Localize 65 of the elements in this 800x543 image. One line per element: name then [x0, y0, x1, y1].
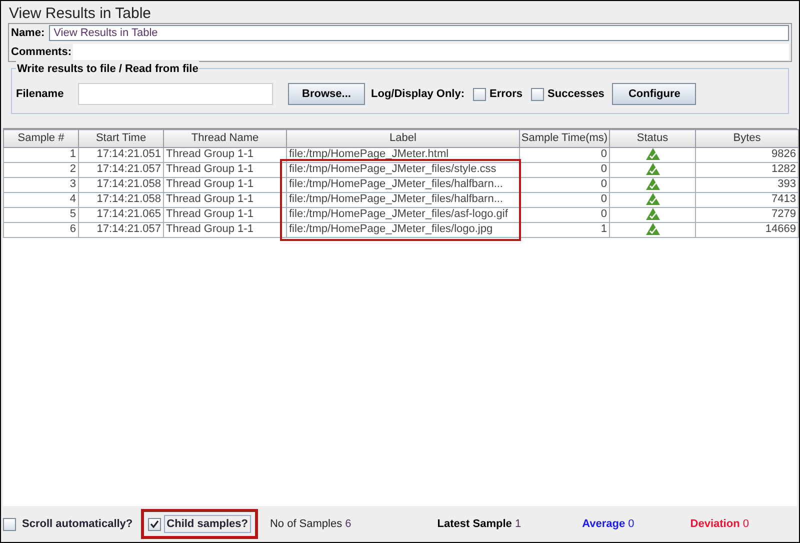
- table-cell: 9826: [696, 147, 798, 162]
- table-cell: 17:14:21.058: [78, 177, 164, 192]
- table-cell: file:/tmp/HomePage_JMeter_files/halfbarn...: [286, 192, 520, 207]
- table-cell: Thread Group 1-1: [164, 192, 286, 207]
- table-cell: file:/tmp/HomePage_JMeter.html: [286, 147, 520, 162]
- table-cell: file:/tmp/HomePage_JMeter_files/halfbarn...: [286, 177, 520, 192]
- table-cell: 14669: [696, 222, 798, 237]
- table-cell: Thread Group 1-1: [164, 222, 286, 237]
- column-header[interactable]: Start Time: [78, 130, 164, 147]
- child-samples-label: Child samples?: [164, 514, 251, 534]
- table-cell: 0: [520, 147, 610, 162]
- table-cell: Thread Group 1-1: [164, 207, 286, 222]
- column-header[interactable]: Sample Time(ms): [520, 130, 610, 147]
- comments-label: Comments:: [11, 44, 72, 60]
- table-cell: 0: [520, 207, 610, 222]
- table-cell: Thread Group 1-1: [164, 177, 286, 192]
- table-cell: file:/tmp/HomePage_JMeter_files/style.css: [286, 162, 520, 177]
- table-cell: 2: [4, 162, 78, 177]
- checkbox[interactable]: [148, 518, 161, 530]
- table-cell: 6: [4, 222, 78, 237]
- table-cell: 17:14:21.051: [78, 147, 164, 162]
- table-cell: 7413: [696, 192, 798, 207]
- table-cell: file:/tmp/HomePage_JMeter_files/logo.jpg: [286, 222, 520, 237]
- browse-button[interactable]: Browse...: [288, 83, 365, 105]
- average-label: Average 0: [582, 516, 634, 532]
- table-cell: 17:14:21.057: [78, 162, 164, 177]
- table-cell: 0: [520, 177, 610, 192]
- latest-sample-label: Latest Sample 1: [437, 516, 522, 532]
- comments-field[interactable]: [72, 44, 789, 60]
- configure-button[interactable]: Configure: [612, 83, 696, 105]
- checkbox[interactable]: [3, 518, 16, 530]
- checkbox-label: Errors: [490, 86, 523, 102]
- window-title: View Results in Table: [8, 4, 152, 23]
- table-cell: file:/tmp/HomePage_JMeter_files/asf-logo.gif: [286, 207, 520, 222]
- table-cell: 0: [520, 162, 610, 177]
- column-header[interactable]: Sample #: [4, 130, 78, 147]
- checkbox[interactable]: [472, 88, 486, 100]
- column-header[interactable]: Label: [286, 130, 520, 147]
- table-cell: 5: [4, 207, 78, 222]
- table-cell: 7279: [696, 207, 798, 222]
- name-field[interactable]: View Results in Table: [48, 25, 789, 42]
- scroll-label: Scroll automatically?: [22, 516, 133, 532]
- column-header[interactable]: Bytes: [696, 130, 798, 147]
- table-cell: 17:14:21.058: [78, 192, 164, 207]
- checkbox-label: Successes: [548, 86, 604, 102]
- filename-label: Filename: [16, 86, 65, 102]
- table-cell: 1: [4, 147, 78, 162]
- table-cell: 4: [4, 192, 78, 207]
- deviation-label: Deviation 0: [690, 516, 749, 532]
- column-header[interactable]: Status: [610, 130, 696, 147]
- log-display-label: Log/Display Only:: [371, 86, 465, 102]
- table-cell: Thread Group 1-1: [164, 147, 286, 162]
- table-cell: 17:14:21.057: [78, 222, 164, 237]
- filename-field[interactable]: [78, 83, 273, 105]
- table-cell: 3: [4, 177, 78, 192]
- samples-count-label: No of Samples 6: [270, 516, 352, 532]
- table-cell: 17:14:21.065: [78, 207, 164, 222]
- table-cell: Thread Group 1-1: [164, 162, 286, 177]
- name-label: Name:: [11, 26, 45, 41]
- column-header[interactable]: Thread Name: [164, 130, 286, 147]
- checkbox[interactable]: [530, 88, 544, 100]
- table-cell: 393: [696, 177, 798, 192]
- table-cell: 0: [520, 192, 610, 207]
- table-cell: 1: [520, 222, 610, 237]
- table-cell: 1282: [696, 162, 798, 177]
